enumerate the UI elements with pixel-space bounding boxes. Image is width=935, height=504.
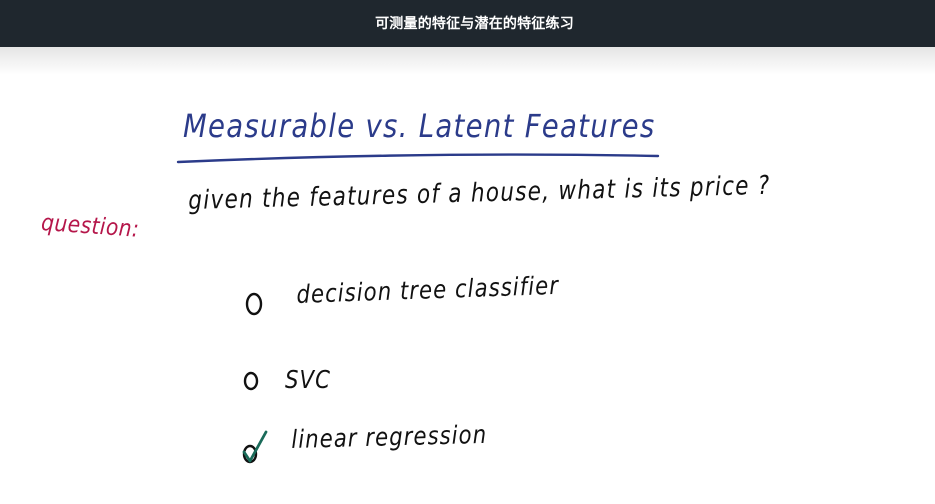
option-2-radio-icon[interactable] (240, 370, 264, 394)
option-1-label: decision tree classifier (295, 270, 560, 309)
option-1-radio-icon[interactable] (243, 291, 267, 319)
top-bar-shadow (0, 47, 935, 75)
option-3-radio-checked-icon[interactable] (238, 428, 272, 468)
option-3-label: linear regression (290, 419, 488, 454)
top-bar: 可测量的特征与潜在的特征练习 (0, 0, 935, 47)
page-title: 可测量的特征与潜在的特征练习 (375, 15, 574, 32)
title-underline (176, 153, 660, 164)
quiz-page: 可测量的特征与潜在的特征练习 Measurable vs. Latent Fea… (0, 0, 935, 504)
question-text: given the features of a house, what is i… (187, 170, 771, 216)
slide-title: Measurable vs. Latent Features (183, 107, 656, 145)
option-2-label: SVC (285, 365, 331, 394)
question-label: question: (40, 210, 141, 243)
